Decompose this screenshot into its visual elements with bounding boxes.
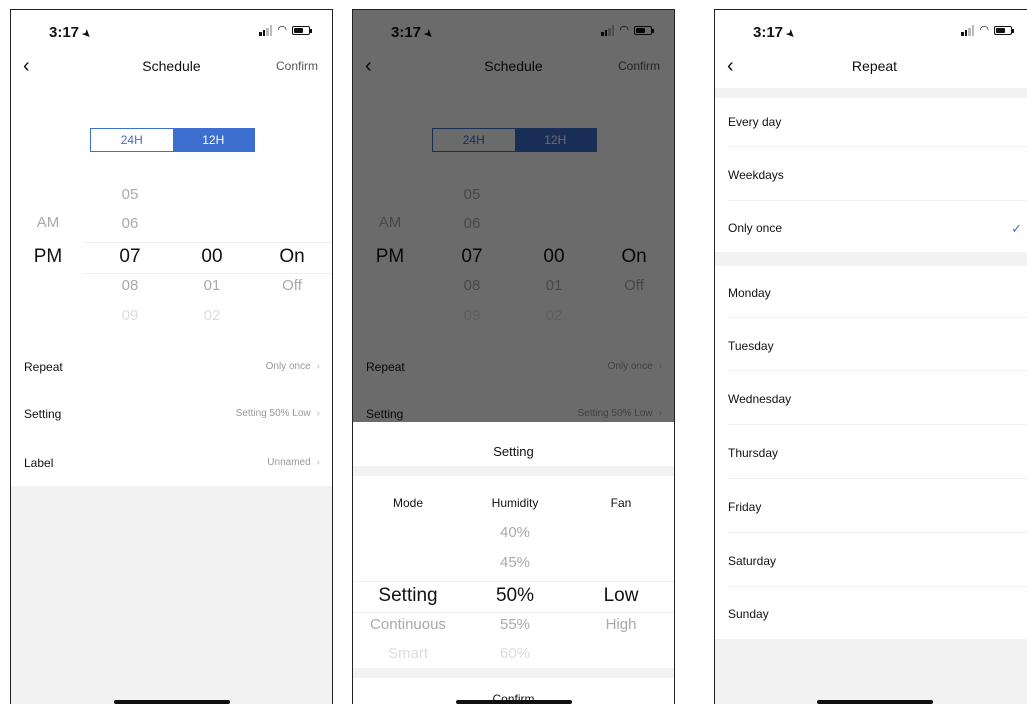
wifi-icon: ◠	[979, 24, 989, 36]
picker-divider	[83, 242, 332, 243]
signal-icon	[259, 25, 273, 36]
status-bar: 3:17➤ ◠	[11, 24, 332, 42]
mode-option[interactable]: Smart	[353, 645, 463, 662]
divider	[728, 200, 1027, 201]
setting-sheet: Setting Mode Humidity Fan Setting Contin…	[353, 422, 674, 704]
humidity-option-selected[interactable]: 50%	[460, 585, 570, 607]
picker-divider	[353, 581, 674, 582]
location-icon: ➤	[79, 27, 94, 42]
minute-option[interactable]: 02	[177, 307, 247, 324]
chevron-right-icon: ›	[316, 457, 320, 468]
home-indicator	[455, 700, 572, 704]
checkmark-icon: ✓	[1011, 221, 1022, 236]
sheet-title: Setting	[493, 444, 534, 459]
setting-label: Setting	[24, 407, 62, 421]
day-friday[interactable]: Friday	[728, 500, 1022, 514]
sheet-divider	[353, 466, 674, 476]
day-monday[interactable]: Monday	[728, 286, 1022, 300]
chevron-right-icon: ›	[316, 408, 320, 419]
hour-option[interactable]: 05	[95, 186, 165, 203]
hour-option[interactable]: 09	[95, 307, 165, 324]
chevron-right-icon: ›	[316, 361, 320, 372]
status-time: 3:17➤	[49, 24, 94, 42]
nav-bar: ‹ Schedule Confirm	[11, 56, 332, 80]
day-thursday[interactable]: Thursday	[728, 446, 1022, 460]
mode-option-selected[interactable]: Setting	[353, 585, 463, 607]
home-indicator	[113, 700, 230, 704]
empty-area	[11, 486, 332, 704]
mode-header: Mode	[392, 496, 424, 510]
repeat-option-only-once[interactable]: Only once ✓	[728, 221, 1022, 236]
ampm-option[interactable]: AM	[13, 214, 83, 231]
repeat-option-every-day[interactable]: Every day	[728, 115, 1022, 129]
nav-bar: ‹ Repeat	[715, 56, 1027, 80]
signal-icon	[961, 25, 975, 36]
humidity-option[interactable]: 60%	[460, 645, 570, 662]
onoff-option[interactable]: Off	[257, 277, 327, 294]
ampm-option-selected[interactable]: PM	[13, 246, 83, 268]
page-title: Repeat	[851, 58, 898, 74]
mode-option[interactable]: Continuous	[353, 616, 463, 633]
battery-icon	[994, 26, 1014, 35]
divider	[728, 478, 1027, 479]
divider	[728, 424, 1027, 425]
location-icon: ➤	[783, 27, 798, 42]
day-sunday[interactable]: Sunday	[728, 607, 1022, 621]
section-gap	[715, 88, 1027, 98]
day-saturday[interactable]: Saturday	[728, 554, 1022, 568]
fan-header: Fan	[610, 496, 632, 510]
sheet-divider	[353, 668, 674, 678]
status-time: 3:17➤	[753, 24, 798, 42]
schedule-screen: 3:17➤ ◠ ‹ Schedule Confirm 24H 12H AM PM…	[10, 9, 333, 704]
battery-icon	[292, 26, 312, 35]
repeat-label: Repeat	[24, 360, 63, 374]
onoff-option-selected[interactable]: On	[257, 246, 327, 268]
setting-screen: 3:17➤ ◠ ‹ Schedule Confirm 24H 12H AM PM…	[352, 9, 675, 704]
humidity-option[interactable]: 40%	[460, 524, 570, 541]
repeat-row[interactable]: Repeat Only once ›	[24, 356, 320, 378]
empty-area	[715, 639, 1027, 704]
label-value: Unnamed	[267, 457, 311, 468]
label-row[interactable]: Label Unnamed ›	[24, 452, 320, 474]
hour-option[interactable]: 06	[95, 215, 165, 232]
divider	[728, 532, 1027, 533]
divider	[728, 146, 1027, 147]
humidity-option[interactable]: 45%	[460, 554, 570, 571]
format-12h-option[interactable]: 12H	[172, 129, 254, 151]
minute-option[interactable]: 01	[177, 277, 247, 294]
repeat-screen: 3:17➤ ◠ ‹ Repeat Every day Weekdays Only…	[714, 9, 1027, 704]
status-bar: 3:17➤ ◠	[715, 24, 1027, 42]
repeat-value: Only once	[265, 361, 311, 372]
hour-option[interactable]: 08	[95, 277, 165, 294]
day-tuesday[interactable]: Tuesday	[728, 339, 1022, 353]
setting-row[interactable]: Setting Setting 50% Low ›	[24, 403, 320, 425]
divider	[728, 586, 1027, 587]
divider	[728, 370, 1027, 371]
fan-option[interactable]: High	[566, 616, 674, 633]
setting-value: Setting 50% Low	[235, 408, 311, 419]
home-indicator	[816, 700, 933, 704]
section-gap	[715, 252, 1027, 266]
day-wednesday[interactable]: Wednesday	[728, 392, 1022, 406]
minute-option-selected[interactable]: 00	[177, 246, 247, 268]
label-label: Label	[24, 456, 54, 470]
time-format-toggle: 24H 12H	[90, 128, 255, 152]
humidity-option[interactable]: 55%	[460, 616, 570, 633]
format-24h-option[interactable]: 24H	[91, 129, 173, 151]
wifi-icon: ◠	[277, 24, 287, 36]
confirm-button[interactable]: Confirm	[276, 59, 318, 73]
humidity-header: Humidity	[491, 496, 539, 510]
repeat-option-weekdays[interactable]: Weekdays	[728, 168, 1022, 182]
divider	[728, 317, 1027, 318]
modal-overlay[interactable]	[353, 10, 674, 422]
fan-option-selected[interactable]: Low	[566, 585, 674, 607]
picker-divider	[353, 612, 674, 613]
hour-option-selected[interactable]: 07	[95, 246, 165, 268]
picker-divider	[83, 273, 332, 274]
